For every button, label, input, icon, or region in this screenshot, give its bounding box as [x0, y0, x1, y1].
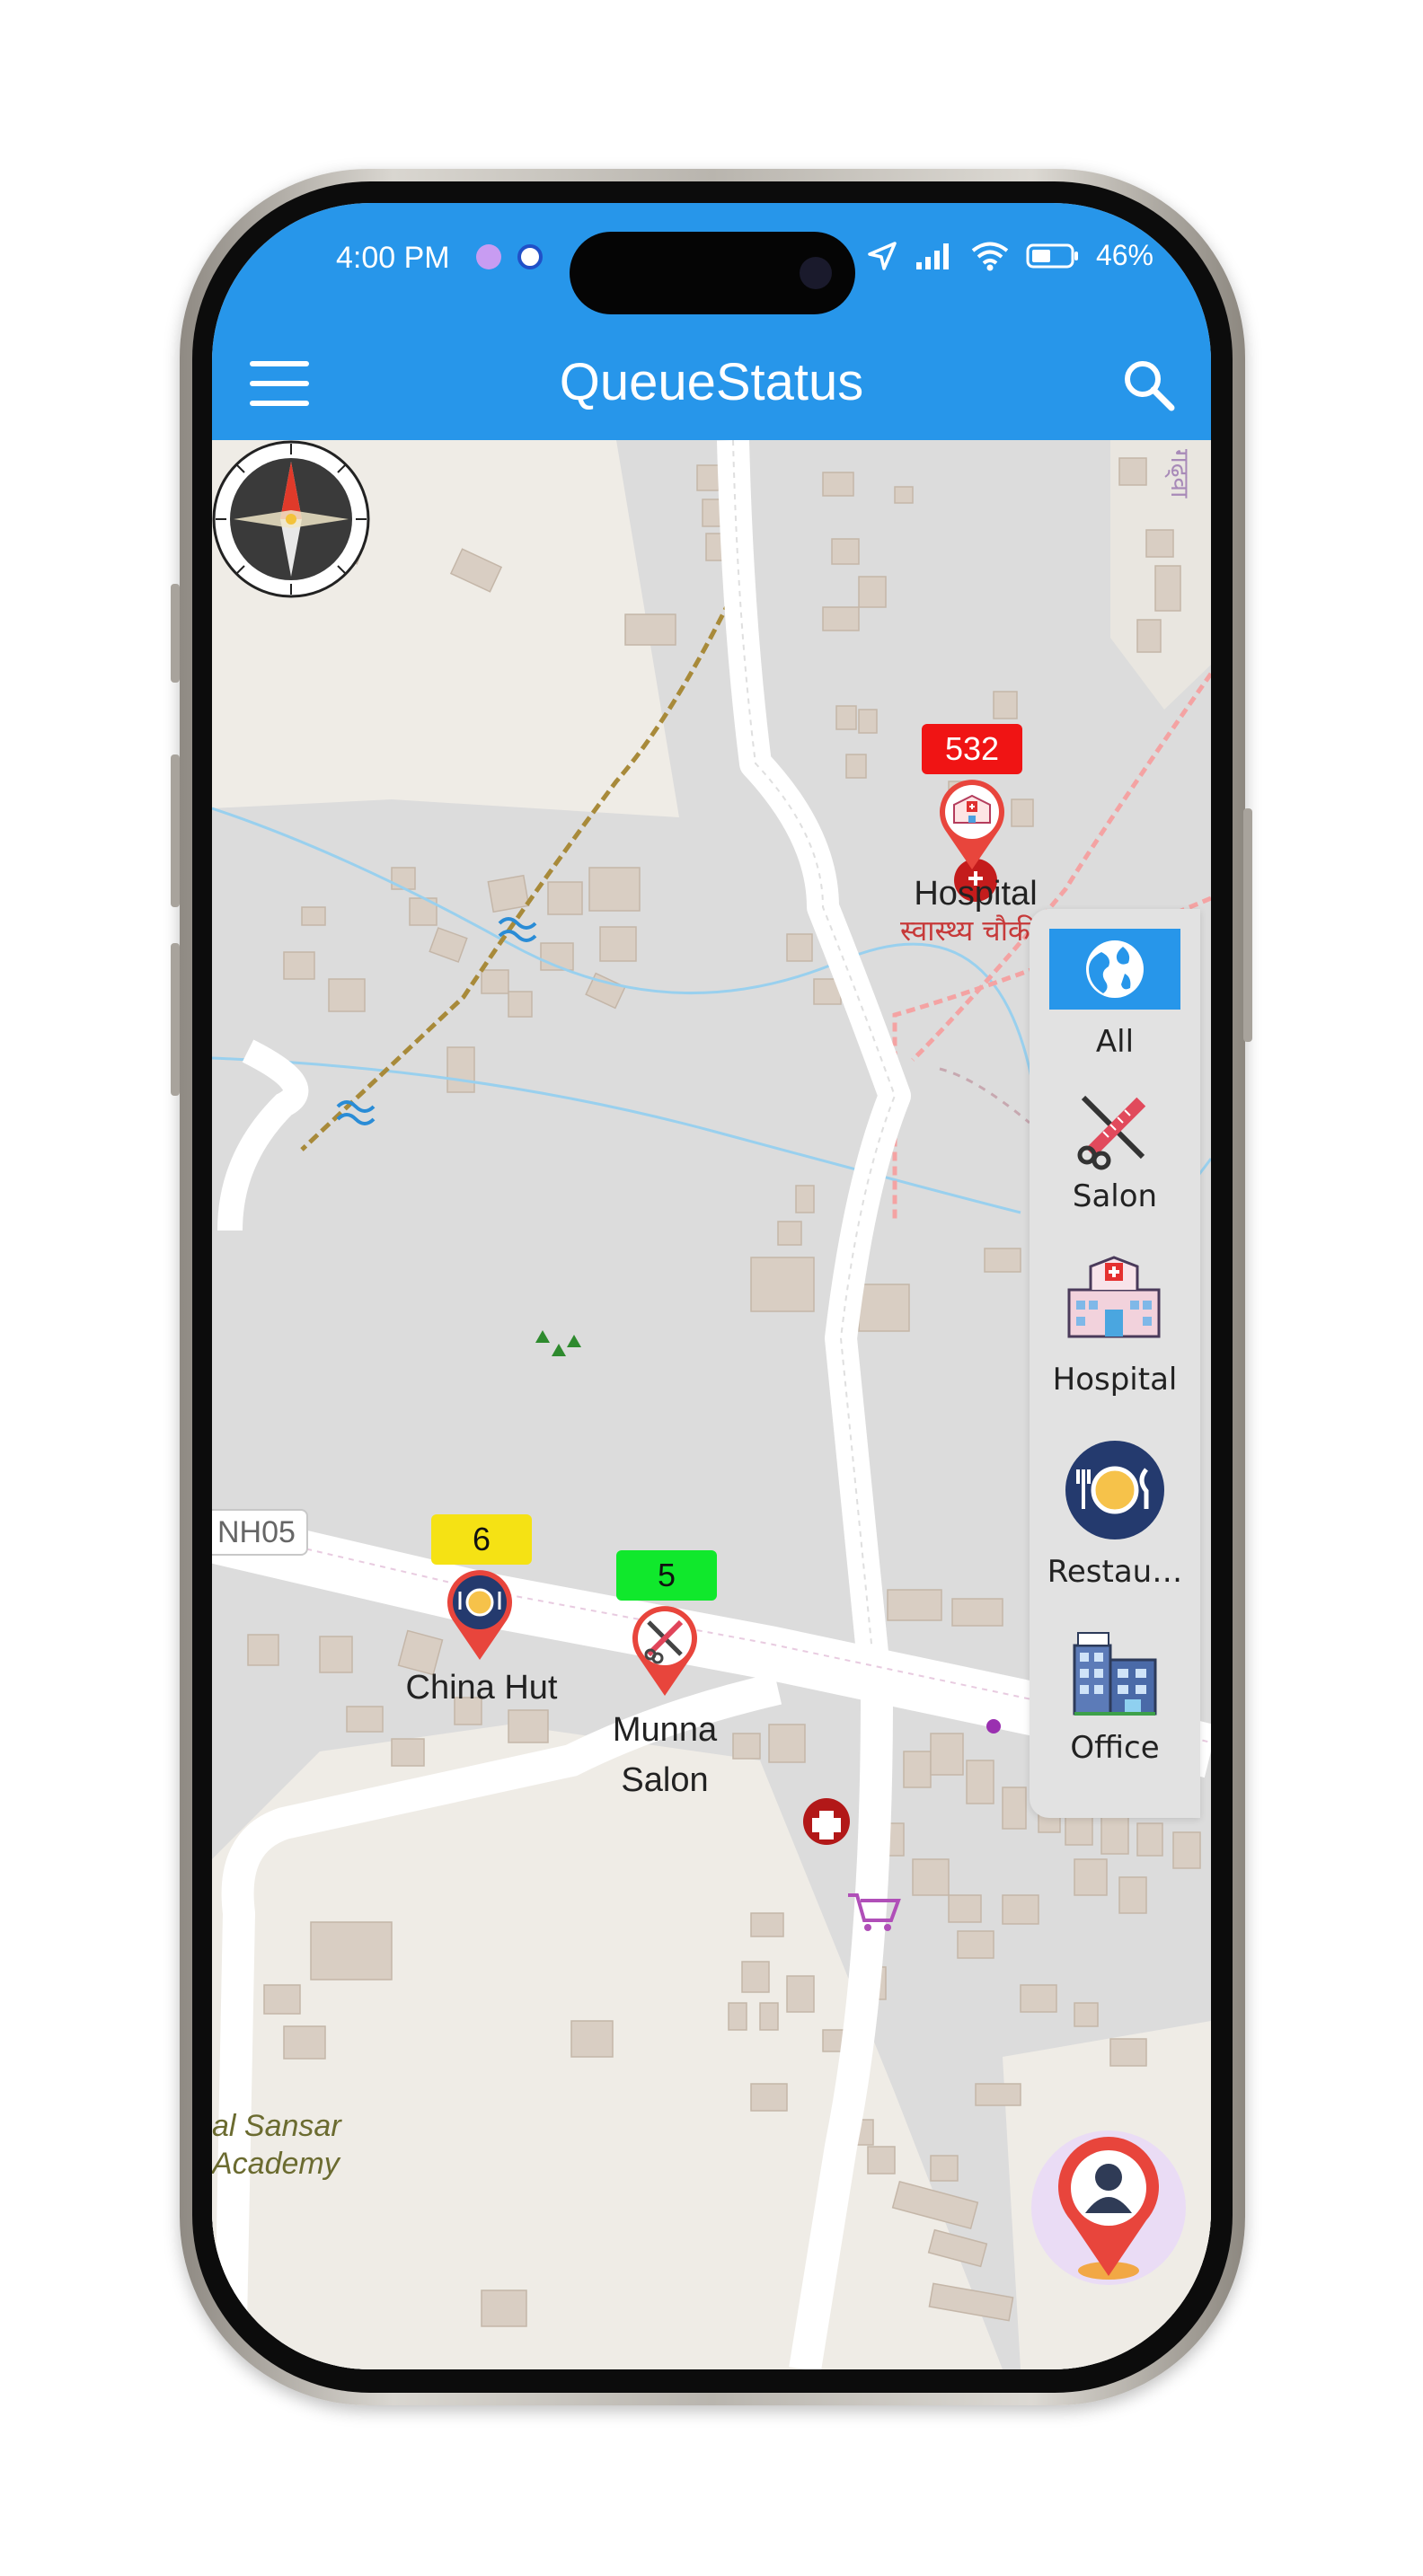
action-button — [171, 584, 180, 683]
search-icon[interactable] — [1119, 356, 1177, 413]
power-button — [1243, 808, 1252, 1042]
place-label-line2: Academy — [212, 2147, 340, 2181]
volume-down-button — [171, 943, 180, 1096]
restaurant-icon — [1065, 1441, 1164, 1539]
map-view[interactable]: NH05 al Sansar Academy स्वास्थ्य चौकी गढ… — [212, 440, 1211, 2369]
my-location-button[interactable] — [1031, 2130, 1186, 2285]
category-label: Restau… — [1047, 1554, 1183, 1590]
scissors-comb-icon — [1077, 1095, 1146, 1170]
front-camera — [800, 257, 832, 289]
user-location-pin-icon — [1058, 2136, 1159, 2280]
queue-badge: 6 — [431, 1514, 532, 1565]
call-icon — [517, 244, 543, 269]
category-filter-panel: All Salon Hospital Restau… Office — [1030, 909, 1200, 1818]
category-label: Office — [1070, 1730, 1160, 1766]
battery-percent: 46% — [1095, 239, 1153, 271]
hospital-building-icon — [940, 780, 1004, 869]
road-label: NH05 — [212, 1509, 308, 1556]
category-label: Hospital — [1052, 1362, 1178, 1398]
marker-label-line1: Munna — [612, 1711, 718, 1749]
dynamic-island — [570, 232, 855, 314]
status-right: s 46% — [835, 239, 1153, 272]
marker-label-line2: Salon — [621, 1761, 709, 1799]
salon-scissors-comb-icon — [632, 1606, 697, 1696]
category-all[interactable]: All — [1030, 929, 1200, 1072]
battery-icon — [1026, 243, 1078, 268]
marker-label: Munna Salon — [575, 1705, 755, 1805]
marker-label: Hospital — [914, 875, 1038, 913]
place-label: al Sansar Academy — [212, 2107, 341, 2183]
category-label: All — [1095, 1024, 1135, 1060]
signal-icon — [915, 243, 949, 269]
status-time: 4:00 PM — [336, 241, 450, 275]
location-arrow-icon — [868, 241, 897, 270]
wifi-icon — [971, 242, 1009, 270]
media-play-icon — [476, 244, 501, 269]
category-label: Salon — [1072, 1178, 1158, 1214]
compass-icon[interactable] — [212, 440, 370, 598]
volume-up-button — [171, 754, 180, 907]
office-building-icon — [1073, 1632, 1157, 1716]
category-hospital[interactable]: Hospital — [1030, 1254, 1200, 1407]
category-restaurant[interactable]: Restau… — [1030, 1439, 1200, 1592]
side-map-text: गढ्वा — [1165, 449, 1195, 498]
app-bar: QueueStatus — [212, 329, 1211, 440]
globe-icon — [1086, 940, 1144, 998]
app-screen: 4:00 PM s 46% QueueStatus — [212, 203, 1211, 2369]
hospital-icon — [1067, 1256, 1161, 1338]
queue-badge: 5 — [616, 1550, 717, 1601]
marker-label: China Hut — [405, 1669, 558, 1707]
place-label-line1: al Sansar — [212, 2109, 341, 2143]
restaurant-plate-icon — [447, 1570, 512, 1660]
app-title: QueueStatus — [559, 353, 864, 411]
category-salon[interactable]: Salon — [1030, 1085, 1200, 1229]
category-office[interactable]: Office — [1030, 1628, 1200, 1780]
health-post-nepali-label: स्वास्थ्य चौकी — [900, 913, 1038, 948]
queue-badge: 532 — [922, 724, 1022, 774]
